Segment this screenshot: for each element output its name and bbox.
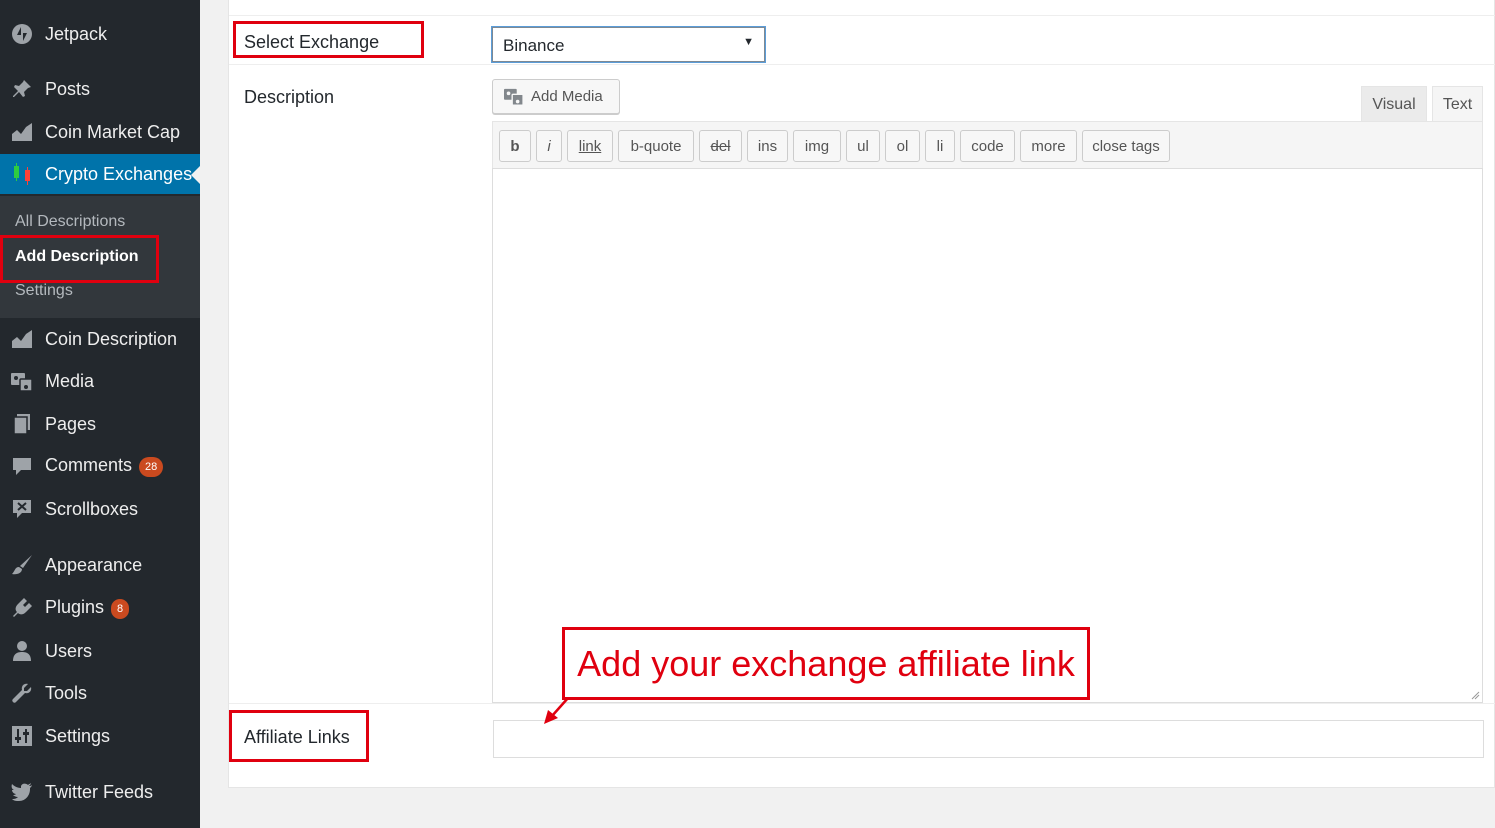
twitter-icon [10,780,34,804]
divider [229,703,1495,704]
brush-icon [10,553,34,577]
quicktag-ul-button[interactable]: ul [846,130,880,162]
quicktag-bold-button[interactable]: b [499,130,531,162]
menu-label: Users [45,640,93,661]
quicktag-bquote-button[interactable]: b-quote [618,130,694,162]
add-media-button[interactable]: Add Media [492,79,620,114]
annotation-callout-text: Add your exchange affiliate link [577,642,1075,684]
comments-count-badge: 28 [139,456,164,477]
settings-icon [10,724,34,748]
admin-sidebar: Jetpack Posts Coin Market Cap Crypto Exc… [0,0,200,828]
chart-area-icon [10,327,34,351]
tab-visual[interactable]: Visual [1361,86,1427,122]
plugin-icon [10,596,34,620]
crypto-exchanges-submenu: All Descriptions Add Description Setting… [0,196,200,318]
exchange-select-value: Binance [503,36,565,55]
quicktag-del-button[interactable]: del [699,130,742,162]
divider [229,15,1495,16]
menu-label: Pages [45,413,97,434]
quicktag-li-button[interactable]: li [925,130,955,162]
menu-label: Tools [45,682,88,703]
menu-item-comments[interactable]: Comments 28 [0,446,200,486]
quicktag-more-button[interactable]: more [1020,130,1077,162]
menu-label: Plugins 8 [45,597,130,619]
media-icon [503,87,525,107]
media-icon [10,369,34,393]
description-label: Description [244,87,335,107]
add-media-label: Add Media [531,88,603,105]
jetpack-icon [10,22,34,46]
chart-area-icon [10,120,34,144]
annotation-arrow-icon [544,697,569,724]
menu-item-media[interactable]: Media [0,361,200,401]
resize-handle-icon[interactable] [1471,691,1480,700]
menu-item-coin-description[interactable]: Coin Description [0,319,200,359]
select-exchange-label: Select Exchange [244,32,380,52]
menu-label: Posts [45,78,91,99]
menu-item-scrollboxes[interactable]: Scrollboxes [0,489,200,529]
menu-item-pages[interactable]: Pages [0,404,200,444]
quicktag-ol-button[interactable]: ol [885,130,920,162]
pin-icon [10,77,34,101]
annotation-callout: Add your exchange affiliate link [562,627,1090,700]
scrollbox-icon [10,497,34,521]
candlestick-icon [10,162,34,186]
menu-label: Comments 28 [45,455,164,477]
menu-label-text: Comments [45,455,133,476]
menu-label: Appearance [45,554,143,575]
menu-item-crypto-exchanges[interactable]: Crypto Exchanges [0,154,200,194]
chevron-down-icon: ▼ [743,36,754,48]
menu-label-text: Plugins [45,597,105,618]
menu-item-coin-market-cap[interactable]: Coin Market Cap [0,112,200,152]
submenu-all-descriptions[interactable]: All Descriptions [15,213,125,231]
menu-item-appearance[interactable]: Appearance [0,545,200,585]
affiliate-link-input[interactable] [493,720,1484,758]
menu-item-settings[interactable]: Settings [0,716,200,756]
quicktag-italic-button[interactable]: i [536,130,562,162]
menu-label: Crypto Exchanges [45,163,193,184]
exchange-select[interactable]: Binance ▼ [492,27,765,62]
plugins-update-badge: 8 [111,598,130,619]
menu-item-tools[interactable]: Tools [0,673,200,713]
wrench-icon [10,681,34,705]
pages-icon [10,412,34,436]
menu-label: Scrollboxes [45,498,139,519]
comment-icon [10,454,34,478]
submenu-settings[interactable]: Settings [15,282,73,300]
menu-label: Settings [45,725,111,746]
user-icon [10,639,34,663]
menu-item-posts[interactable]: Posts [0,69,200,109]
menu-item-twitter-feeds[interactable]: Twitter Feeds [0,772,200,812]
menu-item-jetpack[interactable]: Jetpack [0,14,200,54]
quicktag-link-button[interactable]: link [567,130,613,162]
tab-text[interactable]: Text [1432,86,1483,122]
submenu-add-description[interactable]: Add Description [15,248,139,266]
menu-label: Coin Description [45,328,178,349]
menu-label: Jetpack [45,23,108,44]
menu-item-plugins[interactable]: Plugins 8 [0,588,200,628]
quicktag-code-button[interactable]: code [960,130,1015,162]
menu-item-users[interactable]: Users [0,631,200,671]
quicktag-ins-button[interactable]: ins [747,130,788,162]
menu-label: Coin Market Cap [45,121,181,142]
divider [229,64,1495,65]
description-textarea[interactable] [492,168,1483,703]
quicktag-img-button[interactable]: img [793,130,841,162]
affiliate-links-label: Affiliate Links [244,727,350,747]
menu-label: Twitter Feeds [45,781,154,802]
quicktag-close-tags-button[interactable]: close tags [1082,130,1170,162]
menu-label: Media [45,370,95,391]
